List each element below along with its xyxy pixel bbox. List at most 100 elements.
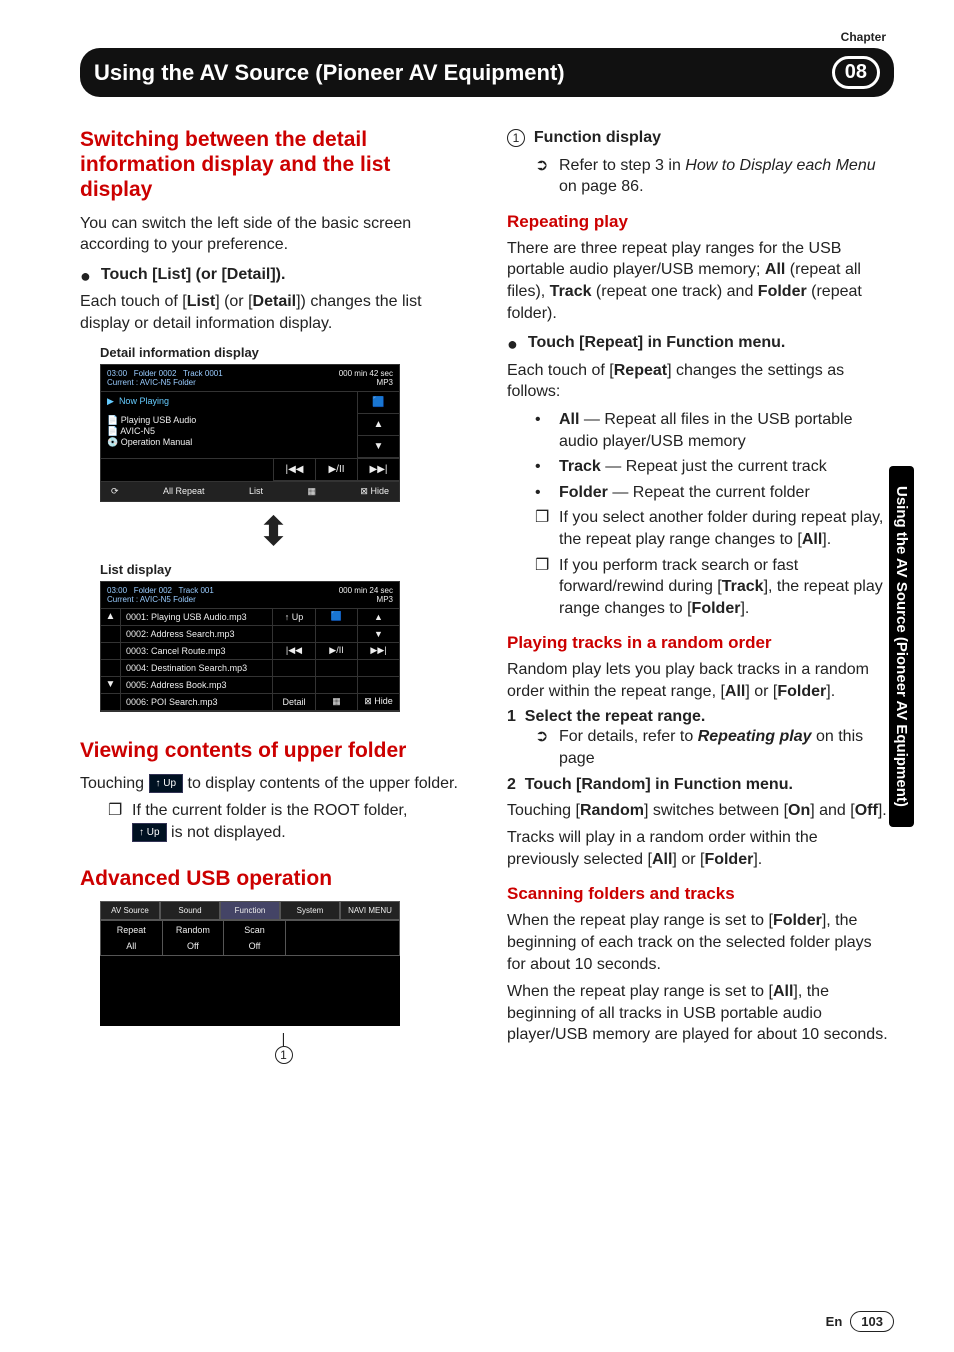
text-fragment: If you select another folder during repe… — [559, 509, 883, 548]
next-button[interactable]: ▶▶| — [357, 643, 399, 659]
tab-sound[interactable]: Sound — [160, 901, 220, 920]
value: All — [105, 941, 158, 951]
body-text: Each touch of [List] (or [Detail]) chang… — [80, 291, 467, 334]
bullet-icon: • — [535, 482, 551, 504]
note-text: If you select another folder during repe… — [559, 507, 894, 550]
up-icon[interactable]: ▲ — [357, 414, 399, 436]
detail-button[interactable]: Detail — [273, 694, 315, 710]
value: Off — [228, 941, 281, 951]
text-fragment: ] or [ — [745, 683, 777, 700]
text-fragment: ] or [ — [672, 851, 704, 868]
body-text: Random play lets you play back tracks in… — [507, 659, 894, 702]
text-fragment: — Repeat just the current track — [601, 458, 827, 475]
text-bold: Folder — [692, 600, 741, 617]
text-fragment: ] (or [ — [215, 293, 252, 310]
text-fragment: ]. — [878, 802, 887, 819]
hide-button[interactable]: ⊠ Hide — [356, 486, 393, 497]
album-art-icon[interactable]: 🟦 — [357, 392, 399, 414]
grid-icon[interactable]: ▦ — [303, 486, 320, 497]
list-item[interactable]: 0005: Address Book.mp3 — [121, 677, 273, 693]
up-folder-button[interactable]: ↑ Up — [273, 609, 315, 625]
body-text: Touching ↑ Up to display contents of the… — [80, 773, 467, 795]
text-fragment: For details, refer to — [559, 728, 698, 745]
body-text: When the repeat play range is set to [Fo… — [507, 910, 894, 975]
bidirectional-arrow-icon: ⬍ — [80, 512, 467, 552]
note-text: If you perform track search or fast forw… — [559, 555, 894, 620]
function-menu-screenshot: AV Source Sound Function System NAVI MEN… — [100, 901, 400, 1026]
list-item[interactable]: 0003: Cancel Route.mp3 — [121, 643, 273, 659]
play-pause-button[interactable]: ▶/II — [315, 459, 357, 481]
list-button[interactable]: List — [245, 486, 267, 497]
play-pause-button[interactable]: ▶/II — [315, 643, 357, 659]
time-min: 000 min — [339, 586, 367, 595]
text-fragment: When the repeat play range is set to [ — [507, 912, 773, 929]
text-bold: List — [187, 293, 215, 310]
step-title: Touch [List] (or [Detail]). — [101, 266, 286, 288]
page-footer: En 103 — [826, 1311, 894, 1332]
text-fragment: — Repeat the current folder — [608, 484, 810, 501]
prev-button[interactable]: |◀◀ — [273, 459, 315, 481]
body-text: You can switch the left side of the basi… — [80, 213, 467, 256]
note-icon: ❐ — [535, 507, 551, 550]
tab-function[interactable]: Function — [220, 901, 280, 920]
note-icon: ❐ — [108, 800, 124, 843]
body-text: Touching [Random] switches between [On] … — [507, 800, 894, 822]
down-icon[interactable]: ▼ — [357, 626, 399, 642]
repeat-icon[interactable]: ⟳ — [107, 486, 123, 497]
list-item[interactable]: 0006: POI Search.mp3 — [121, 694, 273, 710]
info-line: Operation Manual — [121, 437, 193, 447]
list-display-screenshot: 03:00 Folder 002 Track 001 Current : AVI… — [100, 581, 400, 712]
text-bold: Track — [559, 458, 601, 475]
func-item-random[interactable]: Random Off — [163, 921, 225, 955]
tab-navi-menu[interactable]: NAVI MENU — [340, 901, 400, 920]
chapter-number: 08 — [832, 56, 880, 89]
text-fragment: ]. — [753, 851, 762, 868]
body-text: Each touch of [Repeat] changes the setti… — [507, 360, 894, 403]
hide-button[interactable]: ⊠ Hide — [357, 694, 399, 710]
label: Random — [167, 925, 220, 935]
up-badge-icon: ↑ Up — [149, 774, 184, 794]
refer-icon: ➲ — [535, 155, 551, 198]
subsection-heading: Playing tracks in a random order — [507, 633, 894, 653]
scroll-down-icon[interactable]: ▼ — [101, 677, 121, 693]
prev-button[interactable]: |◀◀ — [273, 643, 315, 659]
func-item-repeat[interactable]: Repeat All — [101, 921, 163, 955]
text-bold: All — [725, 683, 745, 700]
list-item[interactable]: 0004: Destination Search.mp3 — [121, 660, 273, 676]
info-line: AVIC-N5 — [120, 426, 155, 436]
text-bold: Folder — [704, 851, 753, 868]
callout-number: 1 — [275, 1046, 293, 1064]
list-text: All — Repeat all files in the USB portab… — [559, 409, 894, 452]
language-code: En — [826, 1314, 843, 1329]
subsection-heading: Repeating play — [507, 212, 894, 232]
repeat-mode: All Repeat — [159, 486, 209, 497]
text-italic: How to Display each Menu — [685, 157, 875, 174]
func-item-scan[interactable]: Scan Off — [224, 921, 286, 955]
tab-av-source[interactable]: AV Source — [100, 901, 160, 920]
value: 002 — [159, 586, 172, 595]
up-badge-icon: ↑ Up — [132, 823, 167, 843]
grid-icon[interactable]: ▦ — [315, 694, 357, 710]
bullet-icon: ● — [80, 266, 91, 288]
callout-number: 1 — [507, 129, 525, 147]
time-sec: 42 sec — [369, 369, 393, 378]
album-art-icon[interactable]: 🟦 — [315, 609, 357, 625]
down-icon[interactable]: ▼ — [357, 436, 399, 458]
next-button[interactable]: ▶▶| — [357, 459, 399, 481]
up-icon[interactable]: ▲ — [357, 609, 399, 625]
text-fragment: Each touch of [ — [80, 293, 187, 310]
screenshot-caption: List display — [100, 562, 467, 577]
section-heading: Switching between the detail information… — [80, 127, 467, 203]
text-fragment: (repeat one track) and — [591, 283, 757, 300]
text-fragment: ]. — [826, 683, 835, 700]
label: Track — [179, 586, 199, 595]
tab-system[interactable]: System — [280, 901, 340, 920]
screenshot-caption: Detail information display — [100, 345, 467, 360]
text-fragment: — Repeat all files in the USB portable a… — [559, 411, 852, 450]
value: 0001 — [205, 369, 223, 378]
text-fragment: If the current folder is the ROOT folder… — [132, 802, 407, 819]
value: Off — [167, 941, 220, 951]
list-item[interactable]: 0002: Address Search.mp3 — [121, 626, 273, 642]
scroll-up-icon[interactable]: ▲ — [101, 609, 121, 625]
list-item[interactable]: 0001: Playing USB Audio.mp3 — [121, 609, 273, 625]
